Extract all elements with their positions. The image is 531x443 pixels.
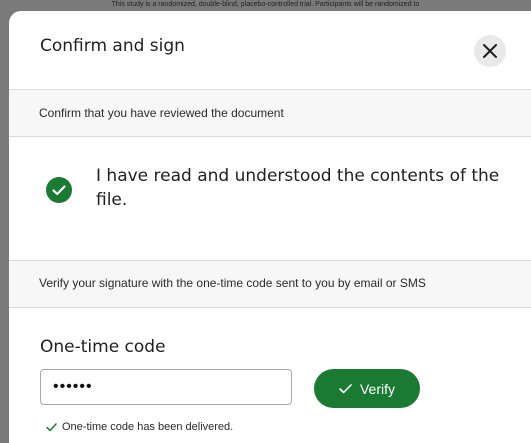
otp-input[interactable] xyxy=(40,369,292,405)
dialog-title: Confirm and sign xyxy=(40,36,185,56)
otp-status: One-time code has been delivered. xyxy=(46,421,233,433)
otp-label: One-time code xyxy=(40,337,166,357)
confirmation-text: I have read and understood the contents … xyxy=(96,166,500,210)
verify-section-label: Verify your signature with the one-time … xyxy=(39,276,426,290)
verify-section-header: Verify your signature with the one-time … xyxy=(9,260,531,308)
close-button[interactable] xyxy=(474,35,506,67)
check-icon xyxy=(52,184,66,195)
close-icon xyxy=(483,44,497,58)
verify-button[interactable]: Verify xyxy=(314,369,420,408)
confirm-checkbox[interactable] xyxy=(46,177,72,203)
confirm-sign-dialog: Confirm and sign Confirm that you have r… xyxy=(9,11,531,443)
check-icon xyxy=(339,383,352,393)
confirmation-row: I have read and understood the contents … xyxy=(9,137,531,259)
otp-status-text: One-time code has been delivered. xyxy=(62,421,234,433)
verify-button-label: Verify xyxy=(359,380,395,397)
review-section-header: Confirm that you have reviewed the docum… xyxy=(9,90,531,137)
background-document-text: This study is a randomized, double-blind… xyxy=(111,1,420,8)
dialog-header: Confirm and sign xyxy=(9,11,531,90)
check-icon xyxy=(46,422,57,431)
review-section-label: Confirm that you have reviewed the docum… xyxy=(39,106,284,120)
